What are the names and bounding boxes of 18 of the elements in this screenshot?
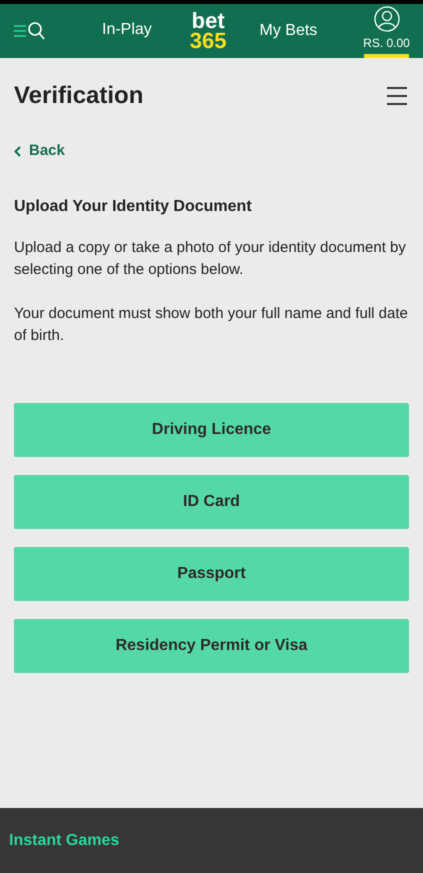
user-icon bbox=[374, 6, 400, 32]
account-button[interactable]: RS. 0.00 bbox=[364, 4, 409, 58]
back-link[interactable]: Back bbox=[14, 140, 65, 162]
chevron-left-icon bbox=[14, 146, 21, 157]
paragraph: Your document must show both your full name and full date of birth. bbox=[14, 304, 409, 346]
nav-link[interactable]: My Bets bbox=[260, 19, 318, 43]
nav-link[interactable]: In-Play bbox=[102, 18, 152, 44]
footer-link[interactable]: Instant Games bbox=[9, 828, 120, 852]
logo: bet 365 bbox=[190, 11, 227, 51]
document-option-button[interactable]: Residency Permit or Visa bbox=[14, 618, 409, 673]
page-title: Verification bbox=[14, 81, 144, 111]
search-icon[interactable] bbox=[28, 22, 45, 40]
document-option-button[interactable]: Passport bbox=[14, 546, 409, 601]
paragraph: Upload a copy or take a photo of your identity document by selecting one of the options below. bbox=[14, 238, 407, 280]
menu-icon[interactable] bbox=[387, 87, 407, 105]
document-option-button[interactable]: Driving Licence bbox=[14, 402, 409, 457]
section-heading: Upload Your Identity Document bbox=[14, 196, 253, 217]
document-option-button[interactable]: ID Card bbox=[14, 474, 409, 529]
